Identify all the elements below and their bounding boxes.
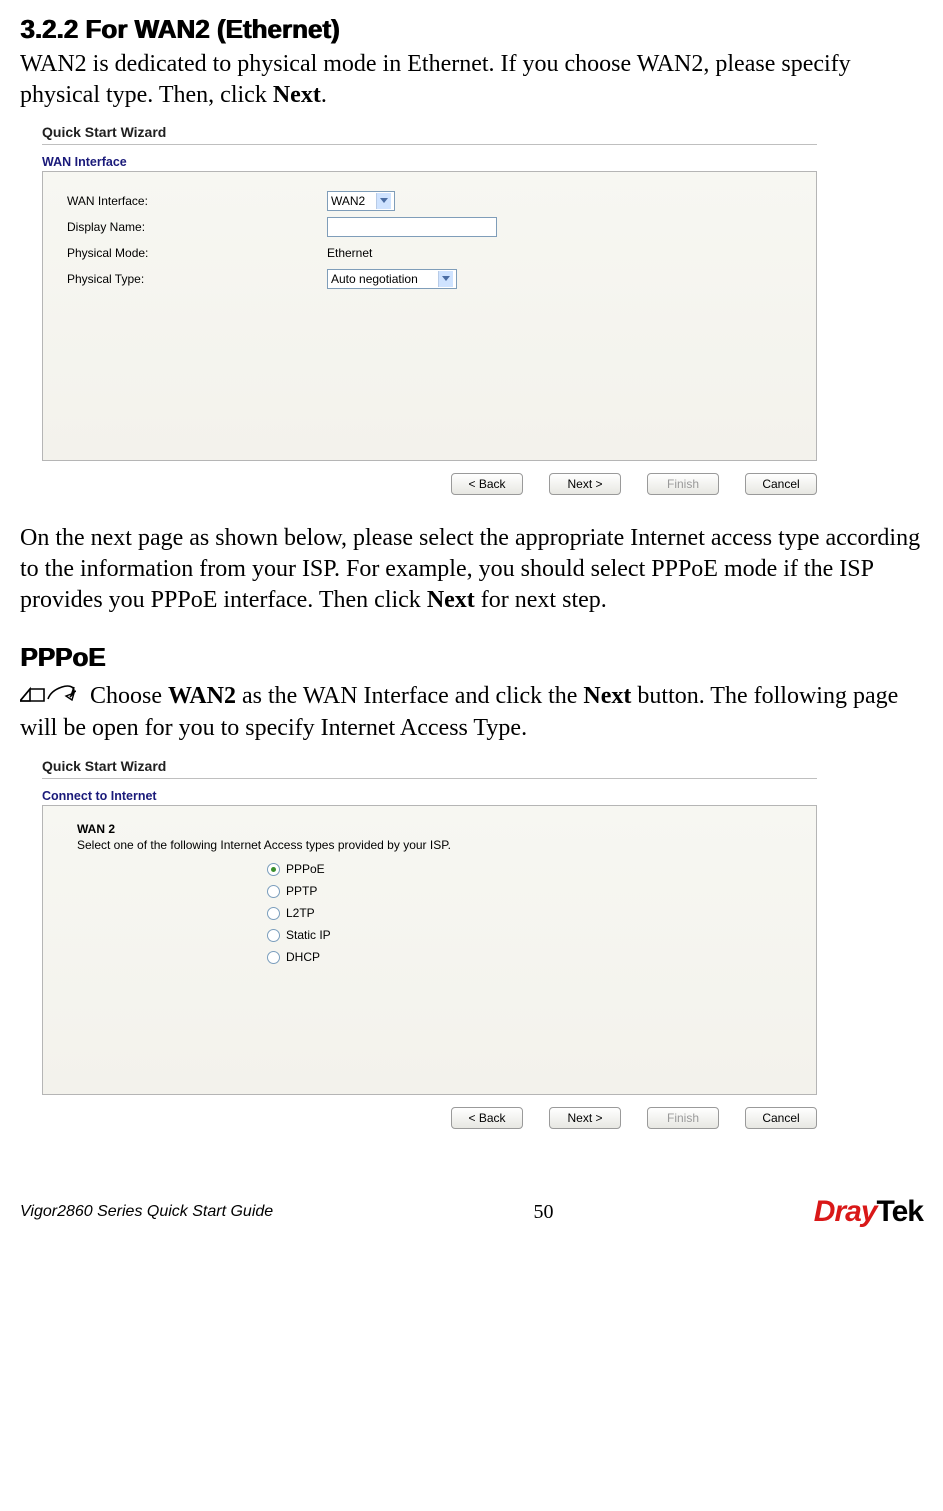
footer-guide-name: Vigor2860 Series Quick Start Guide — [20, 1203, 273, 1221]
wizard-title: Quick Start Wizard — [42, 124, 817, 140]
page-number: 50 — [533, 1201, 553, 1224]
radio-label: Static IP — [286, 928, 331, 942]
finish-button: Finish — [647, 473, 719, 495]
divider — [42, 144, 817, 145]
page-footer: Vigor2860 Series Quick Start Guide 50 Dr… — [0, 1183, 943, 1247]
text-bold: Next — [583, 683, 631, 709]
note-paragraph: Choose WAN2 as the WAN Interface and cli… — [20, 681, 923, 745]
radio-label: DHCP — [286, 950, 320, 964]
select-value: WAN2 — [331, 194, 365, 208]
radio-l2tp[interactable]: L2TP — [267, 902, 792, 924]
text-bold: Next — [427, 587, 475, 613]
pppoe-heading: PPPoE — [20, 642, 923, 673]
logo-tek: Tek — [877, 1195, 923, 1228]
wizard-button-bar: < Back Next > Finish Cancel — [42, 473, 817, 495]
mid-paragraph: On the next page as shown below, please … — [20, 523, 923, 615]
radio-icon — [267, 929, 280, 942]
text: as the WAN Interface and click the — [236, 683, 583, 709]
physical-type-select[interactable]: Auto negotiation — [327, 269, 457, 289]
wan-interface-select[interactable]: WAN2 — [327, 191, 395, 211]
radio-label: L2TP — [286, 906, 315, 920]
radio-pppoe[interactable]: PPPoE — [267, 858, 792, 880]
quick-start-wizard-panel: Quick Start Wizard Connect to Internet W… — [42, 758, 817, 1129]
radio-static-ip[interactable]: Static IP — [267, 924, 792, 946]
text: for next step. — [475, 587, 607, 613]
draytek-logo: DrayTek — [814, 1195, 923, 1229]
physical-mode-value: Ethernet — [327, 246, 372, 260]
connect-to-internet-panel: WAN 2 Select one of the following Intern… — [42, 805, 817, 1095]
access-type-radio-group: PPPoE PPTP L2TP Static IP DHCP — [267, 858, 792, 968]
radio-icon — [267, 885, 280, 898]
panel-description: Select one of the following Internet Acc… — [77, 838, 792, 852]
section-heading: 3.2.2 For WAN2 (Ethernet) — [20, 14, 923, 45]
radio-icon — [267, 951, 280, 964]
quick-start-wizard-panel: Quick Start Wizard WAN Interface WAN Int… — [42, 124, 817, 495]
radio-pptp[interactable]: PPTP — [267, 880, 792, 902]
intro-paragraph: WAN2 is dedicated to physical mode in Et… — [20, 49, 923, 110]
chevron-down-icon — [438, 271, 453, 287]
wan2-label: WAN 2 — [77, 822, 792, 836]
radio-dhcp[interactable]: DHCP — [267, 946, 792, 968]
finish-button: Finish — [647, 1107, 719, 1129]
wizard-section-title: Connect to Internet — [42, 789, 817, 803]
text: Choose — [90, 683, 168, 709]
radio-label: PPPoE — [286, 862, 325, 876]
wan-interface-panel: WAN Interface: WAN2 Display Name: Physic… — [42, 171, 817, 461]
back-button[interactable]: < Back — [451, 1107, 523, 1129]
text-bold: Next — [273, 82, 321, 108]
wizard-title: Quick Start Wizard — [42, 758, 817, 774]
wan-interface-label: WAN Interface: — [67, 194, 327, 208]
chevron-down-icon — [376, 193, 391, 209]
wizard-section-title: WAN Interface — [42, 155, 817, 169]
divider — [42, 778, 817, 779]
back-button[interactable]: < Back — [451, 473, 523, 495]
note-icon — [20, 681, 76, 714]
display-name-label: Display Name: — [67, 220, 327, 234]
radio-icon — [267, 863, 280, 876]
next-button[interactable]: Next > — [549, 473, 621, 495]
cancel-button[interactable]: Cancel — [745, 473, 817, 495]
physical-type-label: Physical Type: — [67, 272, 327, 286]
radio-icon — [267, 907, 280, 920]
display-name-input[interactable] — [327, 217, 497, 237]
text: WAN2 is dedicated to physical mode in Et… — [20, 51, 851, 108]
next-button[interactable]: Next > — [549, 1107, 621, 1129]
text: . — [321, 82, 327, 108]
select-value: Auto negotiation — [331, 272, 418, 286]
physical-mode-label: Physical Mode: — [67, 246, 327, 260]
wizard-button-bar: < Back Next > Finish Cancel — [42, 1107, 817, 1129]
logo-dray: Dray — [814, 1195, 877, 1228]
radio-label: PPTP — [286, 884, 317, 898]
cancel-button[interactable]: Cancel — [745, 1107, 817, 1129]
text-bold: WAN2 — [168, 683, 236, 709]
